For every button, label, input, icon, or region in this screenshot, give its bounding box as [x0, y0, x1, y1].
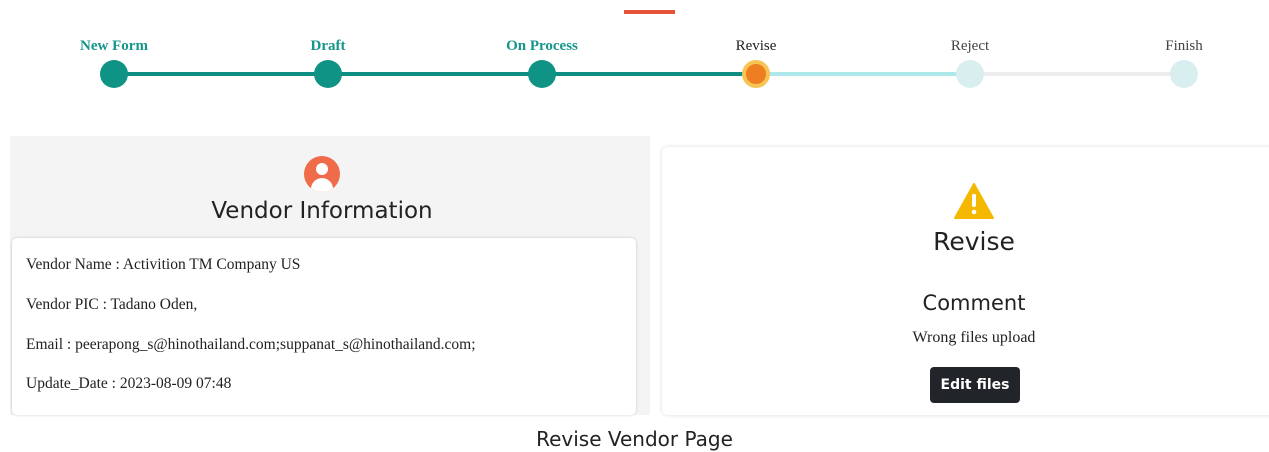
- revise-panel: Revise Comment Wrong files upload Edit f…: [662, 147, 1269, 415]
- step-node-new-form: [100, 60, 128, 88]
- vendor-information-panel: Vendor Information Vendor Name : Activit…: [10, 136, 650, 415]
- user-circle-icon: [304, 156, 340, 192]
- step-node-revise: [742, 60, 770, 88]
- stepper-line-1: [114, 72, 328, 76]
- step-label-draft: Draft: [310, 38, 346, 54]
- vendor-pic-text: Vendor PIC : Tadano Oden,: [26, 296, 198, 313]
- stepper-line-3: [542, 72, 756, 76]
- stepper-line-4: [756, 72, 970, 76]
- vendor-info-card: Vendor Name : Activition TM Company US V…: [12, 238, 636, 415]
- comment-text: Wrong files upload: [912, 329, 1036, 346]
- step-label-new-form: New Form: [80, 38, 148, 54]
- stepper-line-2: [328, 72, 542, 76]
- step-label-revise: Revise: [735, 38, 777, 54]
- stepper-line-5: [970, 72, 1184, 76]
- warning-icon: [954, 183, 994, 219]
- revise-title: Revise: [933, 227, 1015, 256]
- step-node-finish: [1170, 60, 1198, 88]
- comment-heading: Comment: [922, 291, 1026, 315]
- step-node-on-process: [528, 60, 556, 88]
- vendor-information-title: Vendor Information: [211, 198, 433, 224]
- step-label-on-process: On Process: [506, 38, 578, 54]
- page-caption: Revise Vendor Page: [536, 427, 733, 451]
- progress-stepper: New Form Draft On Process Revise Reject …: [0, 0, 1269, 110]
- step-label-finish: Finish: [1165, 38, 1203, 54]
- step-node-reject: [956, 60, 984, 88]
- vendor-email-text: Email : peerapong_s@hinothailand.com;sup…: [26, 336, 476, 353]
- vendor-update-date-text: Update_Date : 2023-08-09 07:48: [26, 375, 232, 392]
- step-label-reject: Reject: [950, 38, 990, 54]
- step-node-draft: [314, 60, 342, 88]
- edit-files-button[interactable]: Edit files: [930, 367, 1020, 403]
- vendor-name-text: Vendor Name : Activition TM Company US: [26, 256, 301, 273]
